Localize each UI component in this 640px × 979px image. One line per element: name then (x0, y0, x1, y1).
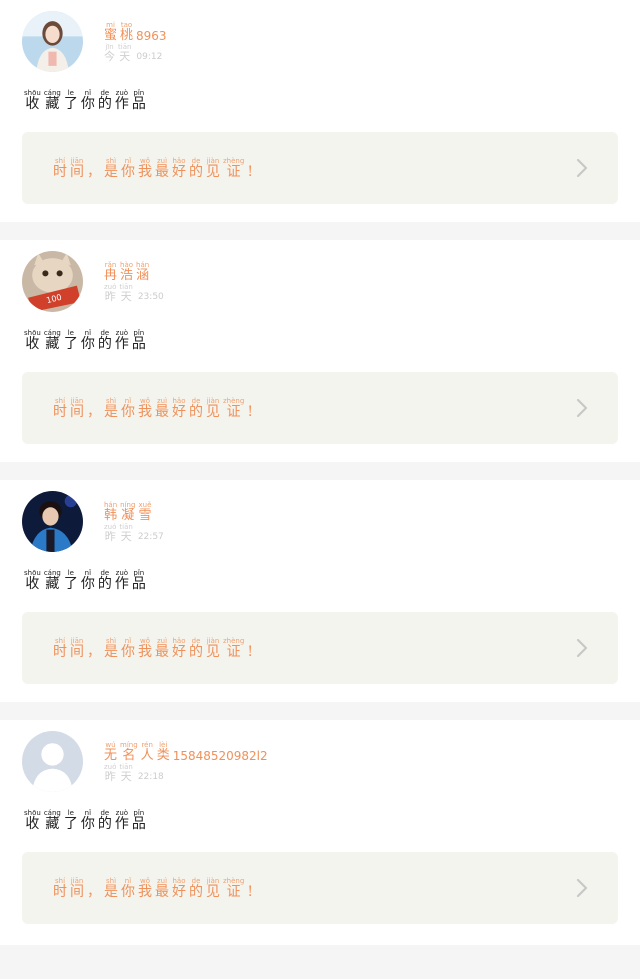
work-title: shí 时 jiān 间 ， shì 是 nǐ 你 wǒ 我 zuì 最 hǎo 好 de 的 jiàn 见 zhè… (53, 637, 253, 660)
timestamp: zuó 昨 tiān 天 23:50 (104, 283, 164, 303)
username[interactable]: wú 无 míng 名 rén 人 lèi 类 15848520982l2 (104, 742, 268, 764)
chevron-right-icon (576, 398, 588, 418)
avatar[interactable]: 100 (22, 251, 83, 312)
chevron-right-icon (576, 878, 588, 898)
work-title: shí 时 jiān 间 ， shì 是 nǐ 你 wǒ 我 zuì 最 hǎo 好 de 的 jiàn 见 zhè… (53, 877, 253, 900)
username[interactable]: rǎn 冉 hào 浩 hán 涵 (104, 262, 164, 283)
timestamp: zuó 昨 tiān 天 22:57 (104, 523, 164, 543)
feed-card: mi 蜜 tao 桃 8963 jīn 今 tiān 天 09:12 shōu 收 cáng 藏 le 了… (0, 0, 640, 222)
avatar[interactable] (22, 731, 83, 792)
avatar-cat-icon: 100 (22, 251, 83, 312)
activity-feed: mi 蜜 tao 桃 8963 jīn 今 tiān 天 09:12 shōu 收 cáng 藏 le 了… (0, 0, 640, 945)
feed-card: 100 rǎn 冉 hào 浩 hán 涵 zuó 昨 tiān 天 23:50 shōu 收 cán… (0, 240, 640, 462)
action-text: shōu 收 cáng 藏 le 了 nǐ 你 de 的 zuò 作 pǐn 品 (24, 569, 146, 592)
chevron-right-icon (576, 638, 588, 658)
feed-card: hán 韩 níng 凝 xuě 雪 zuó 昨 tiān 天 22:57 shōu 收 cáng 藏 l… (0, 480, 640, 702)
work-link-card[interactable]: shí 时 jiān 间 ， shì 是 nǐ 你 wǒ 我 zuì 最 hǎo 好 de 的 jiàn 见 zhè… (22, 612, 618, 684)
timestamp: jīn 今 tiān 天 09:12 (104, 43, 163, 63)
username-suffix: 15848520982l2 (172, 749, 268, 763)
work-title: shí 时 jiān 间 ， shì 是 nǐ 你 wǒ 我 zuì 最 hǎo 好 de 的 jiàn 见 zhè… (53, 397, 253, 420)
action-text: shōu 收 cáng 藏 le 了 nǐ 你 de 的 zuò 作 pǐn 品 (24, 809, 146, 832)
work-title: shí 时 jiān 间 ， shì 是 nǐ 你 wǒ 我 zuì 最 hǎo 好 de 的 jiàn 见 zhè… (53, 157, 253, 180)
avatar-girl-icon (22, 11, 83, 72)
feed-card: wú 无 míng 名 rén 人 lèi 类 15848520982l2 zuó 昨 tiān 天 2… (0, 720, 640, 945)
chevron-right-icon (576, 158, 588, 178)
username[interactable]: mi 蜜 tao 桃 8963 (104, 22, 167, 44)
action-text: shōu 收 cáng 藏 le 了 nǐ 你 de 的 zuò 作 pǐn 品 (24, 329, 146, 352)
avatar-boy-icon (22, 491, 83, 552)
default-avatar-icon (22, 731, 83, 792)
username-suffix: 8963 (136, 29, 167, 43)
username[interactable]: hán 韩 níng 凝 xuě 雪 (104, 502, 164, 523)
work-link-card[interactable]: shí 时 jiān 间 ， shì 是 nǐ 你 wǒ 我 zuì 最 hǎo 好 de 的 jiàn 见 zhè… (22, 132, 618, 204)
action-text: shōu 收 cáng 藏 le 了 nǐ 你 de 的 zuò 作 pǐn 品 (24, 89, 146, 112)
work-link-card[interactable]: shí 时 jiān 间 ， shì 是 nǐ 你 wǒ 我 zuì 最 hǎo 好 de 的 jiàn 见 zhè… (22, 852, 618, 924)
work-link-card[interactable]: shí 时 jiān 间 ， shì 是 nǐ 你 wǒ 我 zuì 最 hǎo 好 de 的 jiàn 见 zhè… (22, 372, 618, 444)
avatar[interactable] (22, 491, 83, 552)
avatar[interactable] (22, 11, 83, 72)
timestamp: zuó 昨 tiān 天 22:18 (104, 763, 164, 783)
